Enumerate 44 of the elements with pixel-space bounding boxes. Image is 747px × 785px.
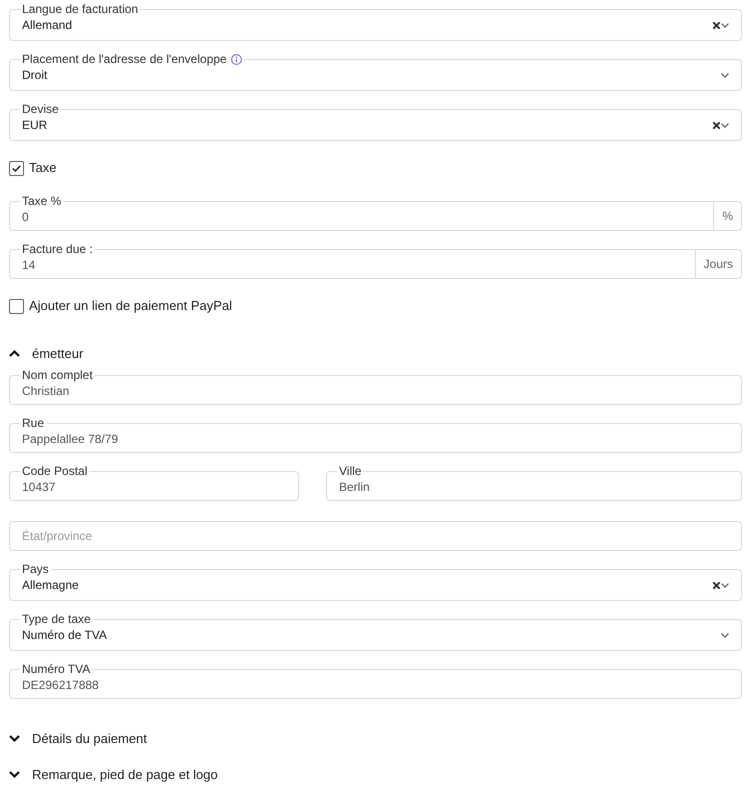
field-label: Nom complet	[22, 369, 93, 381]
chevron-down-icon[interactable]	[721, 72, 729, 78]
field-label: Langue de facturation	[22, 3, 138, 15]
field-label: Pays	[22, 563, 49, 575]
select-field[interactable]: Langue de facturation Allemand	[9, 3, 742, 41]
field-label: Placement de l'adresse de l'enveloppe	[22, 53, 227, 65]
input-field[interactable]: Numéro TVA DE296217888	[9, 663, 742, 699]
info-icon[interactable]	[230, 54, 242, 64]
input-field[interactable]: Taxe % 0	[9, 195, 714, 231]
input-field[interactable]: Code Postal 10437	[9, 465, 299, 501]
chevron-down-icon[interactable]	[721, 632, 729, 638]
check-icon	[12, 164, 21, 172]
field-label: Devise	[22, 103, 59, 115]
section-header[interactable]: émetteur	[9, 345, 84, 362]
chevron-down-icon[interactable]	[721, 122, 729, 128]
checkbox[interactable]	[9, 160, 24, 176]
checkbox-label: Taxe	[29, 160, 56, 176]
clear-icon[interactable]	[713, 22, 720, 28]
select-field[interactable]: Devise EUR	[9, 103, 742, 141]
section-header[interactable]: Détails du paiement	[9, 730, 147, 747]
unit-addon: Jours	[694, 249, 742, 279]
field-label: Numéro TVA	[22, 663, 90, 675]
clear-icon[interactable]	[713, 122, 720, 128]
select-field[interactable]: Pays Allemagne	[9, 563, 742, 601]
field-label: Code Postal	[22, 465, 88, 477]
field-label: Type de taxe	[22, 613, 91, 625]
input-field[interactable]: Nom complet Christian	[9, 369, 742, 405]
clear-icon[interactable]	[713, 582, 720, 588]
select-field[interactable]: Placement de l'adresse de l'enveloppe Droit	[9, 53, 742, 91]
field-label: Ville	[339, 465, 362, 477]
unit-addon: %	[713, 201, 742, 231]
section-header[interactable]: Remarque, pied de page et logo	[9, 766, 218, 783]
input-field[interactable]: État/province	[9, 521, 742, 551]
checkbox-label: Ajouter un lien de paiement PayPal	[29, 298, 232, 314]
checkbox[interactable]	[9, 298, 24, 314]
field-label: Taxe %	[22, 195, 62, 207]
input-field[interactable]: Facture due : 14	[9, 243, 695, 279]
select-field[interactable]: Type de taxe Numéro de TVA	[9, 613, 742, 651]
field-label: Rue	[22, 417, 44, 429]
chevron-down-icon[interactable]	[721, 22, 729, 28]
field-label: Facture due :	[22, 243, 93, 255]
input-field[interactable]: Rue Pappelallee 78/79	[9, 417, 742, 453]
chevron-down-icon[interactable]	[721, 582, 729, 588]
input-field[interactable]: Ville Berlin	[326, 465, 742, 501]
